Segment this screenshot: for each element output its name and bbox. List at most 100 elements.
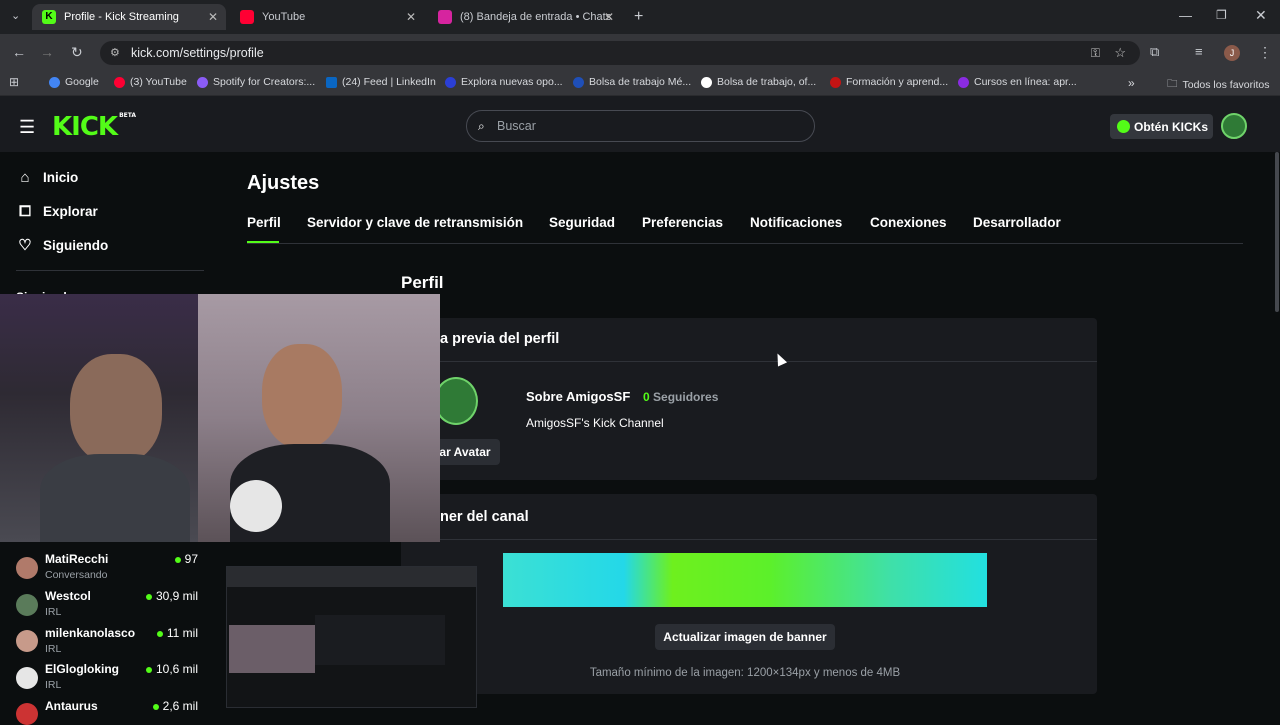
site-icon: [830, 76, 841, 88]
user-avatar[interactable]: [1221, 113, 1247, 139]
tab-seguridad[interactable]: Seguridad: [549, 215, 615, 230]
microphone-icon: [230, 480, 282, 532]
channel-category: IRL: [45, 643, 62, 655]
new-tab-icon[interactable]: +: [634, 8, 643, 26]
browser-tab-youtube[interactable]: YouTube ✕: [230, 4, 424, 30]
tab-perfil[interactable]: Perfil: [247, 215, 281, 230]
browser-tab-kick[interactable]: K Profile - Kick Streaming ✕: [32, 4, 226, 30]
bookmark-google[interactable]: Google: [49, 76, 99, 88]
extensions-icon[interactable]: ⧉: [1150, 44, 1159, 60]
site-info-icon[interactable]: ⚙: [110, 41, 120, 65]
profile-avatar-icon[interactable]: J: [1224, 45, 1240, 61]
search-placeholder: Buscar: [497, 119, 536, 133]
channel-avatar[interactable]: [16, 557, 38, 579]
viewer-count: 30,9 mil: [128, 589, 198, 603]
active-tab-indicator: [247, 241, 279, 243]
sidebar-item-label: Siguiendo: [43, 237, 109, 253]
spotify-icon: [197, 76, 208, 88]
close-tab-icon[interactable]: ✕: [208, 10, 218, 24]
youtube-icon: [114, 76, 125, 88]
search-input[interactable]: ⌕ Buscar: [466, 110, 815, 142]
sidebar-item-inicio[interactable]: ⌂ Inicio: [16, 169, 78, 186]
channel-avatar[interactable]: [16, 594, 38, 616]
bookmark-bolsa-2[interactable]: Bolsa de trabajo, of...: [701, 76, 816, 88]
bookmark-spotify[interactable]: Spotify for Creators:...: [197, 76, 315, 88]
address-bar[interactable]: ⚙ kick.com/settings/profile ⚿ ☆: [100, 41, 1140, 65]
viewer-count: 11 mil: [128, 626, 198, 640]
card-divider: [401, 361, 1097, 362]
live-dot-icon: [152, 703, 159, 710]
media-controls-icon[interactable]: ≡: [1195, 44, 1203, 59]
minimize-icon[interactable]: —: [1179, 8, 1192, 23]
channel-avatar[interactable]: [16, 667, 38, 689]
thumb-card: [315, 615, 445, 665]
bookmark-explora[interactable]: Explora nuevas opo...: [445, 76, 563, 88]
about-heading: Sobre AmigosSF: [526, 389, 631, 404]
person-silhouette: [70, 354, 162, 464]
update-banner-button[interactable]: Actualizar imagen de banner: [655, 624, 835, 650]
browser-menu-icon[interactable]: ⋮: [1258, 44, 1272, 61]
bookmark-formacion[interactable]: Formación y aprend...: [830, 76, 948, 88]
kick-logo[interactable]: KICK BETA: [52, 112, 136, 142]
close-tab-icon[interactable]: ✕: [406, 10, 416, 24]
channel-avatar[interactable]: [16, 630, 38, 652]
live-dot-icon: [174, 556, 181, 563]
close-tab-icon[interactable]: ✕: [604, 10, 614, 24]
tab-preferencias[interactable]: Preferencias: [642, 215, 723, 230]
channel-name[interactable]: milenkanolasco: [45, 626, 135, 640]
kick-favicon-icon: K: [42, 10, 56, 24]
apps-grid-icon[interactable]: ⊞: [9, 75, 19, 89]
page-title: Ajustes: [247, 172, 320, 194]
screen-preview-thumbnail: [226, 566, 477, 708]
channel-avatar[interactable]: [16, 703, 38, 725]
followers-label: Seguidores: [653, 390, 719, 404]
all-bookmarks-label: Todos los favoritos: [1182, 79, 1270, 91]
more-bookmarks-icon[interactable]: »: [1128, 76, 1135, 90]
sidebar-item-explorar[interactable]: ⧠ Explorar: [16, 203, 98, 220]
linkedin-icon: [326, 76, 337, 88]
bookmark-star-icon[interactable]: ☆: [1114, 41, 1126, 65]
window-close-icon[interactable]: ✕: [1255, 7, 1267, 24]
tab-servidor[interactable]: Servidor y clave de retransmisión: [307, 215, 523, 230]
banner-image: [503, 553, 987, 607]
change-avatar-button[interactable]: ar Avatar: [430, 439, 500, 465]
tab-title: YouTube: [262, 11, 306, 23]
channel-category: IRL: [45, 679, 62, 691]
bookmark-youtube[interactable]: (3) YouTube: [114, 76, 187, 88]
page-scrollbar[interactable]: [1275, 152, 1279, 312]
channel-category: Conversando: [45, 569, 108, 581]
tab-conexiones[interactable]: Conexiones: [870, 215, 947, 230]
youtube-favicon-icon: [240, 10, 254, 24]
password-key-icon[interactable]: ⚿: [1091, 41, 1100, 65]
tab-desarrollador[interactable]: Desarrollador: [973, 215, 1061, 230]
tab-search-icon[interactable]: ⌄: [11, 9, 20, 22]
logo-text: KICK: [52, 112, 118, 142]
home-icon: ⌂: [20, 169, 30, 186]
browser-tab-instagram[interactable]: (8) Bandeja de entrada • Chats ✕: [428, 4, 622, 30]
channel-name[interactable]: MatiRecchi: [45, 552, 108, 566]
tab-title: (8) Bandeja de entrada • Chats: [460, 11, 612, 23]
bookmark-linkedin[interactable]: (24) Feed | LinkedIn: [326, 76, 436, 88]
bookmark-bolsa-1[interactable]: Bolsa de trabajo Mé...: [573, 76, 691, 88]
channel-name[interactable]: Westcol: [45, 589, 91, 603]
followers-count: 0: [643, 390, 650, 404]
forward-icon[interactable]: →: [40, 44, 54, 60]
live-dot-icon: [145, 666, 152, 673]
profile-preview-title: a previa del perfil: [440, 331, 560, 347]
all-bookmarks[interactable]: 🗀 Todos los favoritos: [1167, 76, 1269, 94]
restore-icon[interactable]: ❐: [1216, 8, 1227, 22]
reload-icon[interactable]: ↻: [71, 44, 83, 61]
bookmark-label: Cursos en línea: apr...: [974, 76, 1077, 88]
bookmark-cursos[interactable]: Cursos en línea: apr...: [958, 76, 1077, 88]
card-divider: [401, 539, 1097, 540]
sidebar-item-siguiendo[interactable]: ♡ Siguiendo: [16, 236, 108, 254]
channel-name[interactable]: Antaurus: [45, 699, 98, 713]
banner-title: ner del canal: [440, 509, 529, 525]
google-icon: [49, 76, 60, 88]
back-icon[interactable]: ←: [12, 44, 26, 60]
channel-name[interactable]: ElGlogloking: [45, 662, 119, 676]
get-kicks-button[interactable]: Obtén KICKs: [1110, 114, 1213, 139]
tab-notificaciones[interactable]: Notificaciones: [750, 215, 842, 230]
banner-hint: Tamaño mínimo de la imagen: 1200×134px y…: [589, 667, 901, 679]
hamburger-menu-icon[interactable]: ☰: [19, 117, 35, 138]
